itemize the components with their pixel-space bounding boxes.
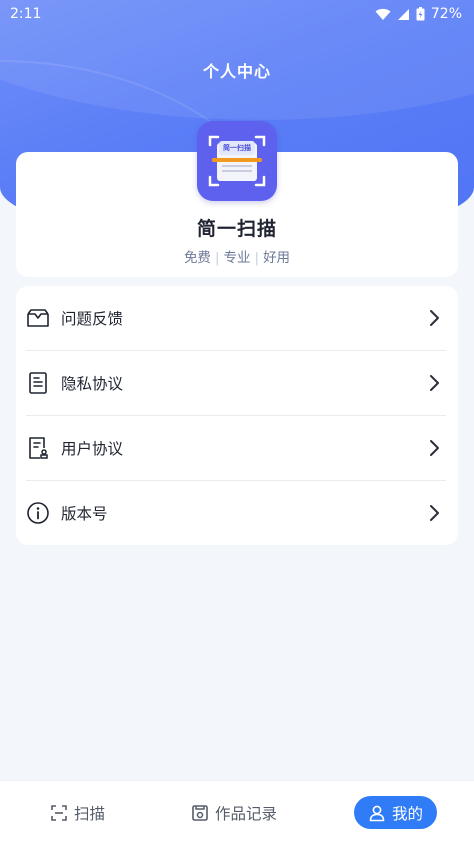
menu-item-label: 问题反馈	[61, 310, 124, 328]
tab-label: 扫描	[74, 804, 106, 823]
menu-item-privacy[interactable]: 隐私协议	[16, 351, 458, 415]
scan-logo-icon	[208, 135, 266, 187]
status-indicators: 72%	[375, 6, 462, 22]
tab-label: 作品记录	[215, 804, 278, 823]
app-name: 简一扫描	[196, 218, 277, 240]
tab-scan[interactable]: 扫描	[50, 796, 105, 829]
info-icon	[27, 502, 49, 524]
document-icon	[29, 372, 47, 394]
agreement-icon	[29, 437, 48, 459]
battery-icon	[416, 7, 425, 21]
scan-icon	[51, 804, 67, 821]
bottom-navigation: 扫描 作品记录 我的	[0, 780, 474, 843]
settings-menu: 问题反馈 隐私协议 用户协议 版本号	[16, 286, 458, 545]
chevron-right-icon	[430, 440, 439, 456]
user-icon	[369, 805, 385, 821]
menu-item-label: 用户协议	[61, 440, 124, 458]
battery-level: 72%	[430, 6, 462, 22]
logo-text: 简一扫描	[223, 144, 251, 152]
chevron-right-icon	[430, 375, 439, 391]
menu-item-version[interactable]: 版本号	[16, 481, 458, 545]
status-bar: 2:11 72%	[0, 0, 474, 28]
app-logo: 简一扫描	[197, 121, 277, 201]
wifi-icon	[375, 8, 391, 20]
tag-useful: 好用	[263, 250, 291, 266]
menu-item-label: 版本号	[61, 505, 108, 523]
tag-separator: |	[214, 250, 220, 266]
page-title: 个人中心	[202, 62, 271, 81]
tag-free: 免费	[183, 250, 211, 266]
tab-mine[interactable]: 我的	[354, 796, 438, 829]
menu-item-label: 隐私协议	[61, 375, 124, 393]
status-time: 2:11	[10, 6, 42, 22]
feedback-icon	[27, 309, 49, 327]
tab-label: 我的	[392, 804, 424, 823]
tag-separator: |	[254, 250, 260, 266]
menu-item-feedback[interactable]: 问题反馈	[16, 286, 458, 350]
menu-item-user-agreement[interactable]: 用户协议	[16, 416, 458, 480]
signal-icon	[397, 8, 409, 20]
chevron-right-icon	[430, 310, 439, 326]
chevron-right-icon	[430, 505, 439, 521]
records-icon	[192, 804, 208, 821]
app-tagline: 免费 | 专业 | 好用	[0, 246, 474, 266]
tab-records[interactable]: 作品记录	[191, 796, 277, 829]
tag-professional: 专业	[223, 250, 251, 266]
